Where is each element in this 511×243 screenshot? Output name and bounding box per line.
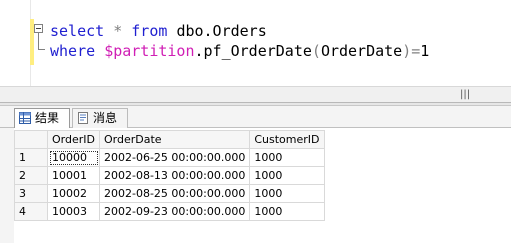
literal-value: 1 — [420, 42, 430, 60]
results-pane: OrderID OrderDate CustomerID 1 10000 200… — [0, 128, 511, 243]
cell-customerid[interactable]: 1000 — [249, 202, 326, 221]
results-tab-strip: 结果 消息 — [0, 106, 511, 128]
query-editor[interactable]: select * from dbo.Orders where $partitio… — [0, 0, 511, 86]
grid-corner-cell[interactable] — [14, 130, 48, 149]
tab-results-label: 结果 — [35, 111, 60, 125]
grid-icon — [19, 112, 31, 124]
table-row[interactable]: 4 10003 2002-09-23 00:00:00.000 1000 — [14, 202, 326, 221]
column-header-orderid[interactable]: OrderID — [47, 130, 100, 149]
partition-function-name: .pf_OrderDate — [194, 42, 312, 60]
table-row[interactable]: 1 10000 2002-06-25 00:00:00.000 1000 — [14, 148, 326, 167]
keyword-select: select — [50, 22, 105, 40]
row-number[interactable]: 2 — [14, 166, 48, 185]
grid-header-row: OrderID OrderDate CustomerID — [14, 130, 326, 149]
tab-messages-label: 消息 — [93, 111, 118, 125]
function-partition: $partition — [104, 42, 195, 60]
keyword-where: where — [50, 42, 96, 60]
row-number[interactable]: 4 — [14, 202, 48, 221]
cell-customerid[interactable]: 1000 — [249, 148, 326, 167]
results-grid[interactable]: OrderID OrderDate CustomerID 1 10000 200… — [14, 130, 326, 221]
table-row[interactable]: 2 10001 2002-08-13 00:00:00.000 1000 — [14, 166, 326, 185]
open-paren: ( — [311, 42, 321, 60]
table-row[interactable]: 3 10002 2002-08-25 00:00:00.000 1000 — [14, 184, 326, 203]
tab-messages[interactable]: 消息 — [72, 108, 128, 128]
row-number[interactable]: 1 — [14, 148, 48, 167]
message-icon — [78, 112, 88, 124]
scrollbar-grip-icon[interactable]: ||| — [460, 89, 470, 100]
cell-customerid[interactable]: 1000 — [249, 184, 326, 203]
keyword-from: from — [131, 22, 168, 40]
column-header-orderdate[interactable]: OrderDate — [98, 130, 251, 149]
cell-orderdate[interactable]: 2002-06-25 00:00:00.000 — [98, 148, 251, 167]
code-line-1[interactable]: select * from dbo.Orders — [50, 21, 267, 41]
cell-orderid[interactable]: 10001 — [47, 166, 100, 185]
cell-orderdate[interactable]: 2002-08-13 00:00:00.000 — [98, 166, 251, 185]
cell-orderdate[interactable]: 2002-09-23 00:00:00.000 — [98, 202, 251, 221]
collapse-toggle-icon[interactable] — [34, 24, 43, 33]
outline-bracket — [38, 33, 45, 50]
table-name: dbo.Orders — [176, 22, 267, 40]
tab-results[interactable]: 结果 — [14, 108, 70, 128]
close-paren-equals: )= — [402, 42, 421, 60]
cell-orderdate[interactable]: 2002-08-25 00:00:00.000 — [98, 184, 251, 203]
results-left-margin — [0, 128, 14, 243]
cell-orderid[interactable]: 10002 — [47, 184, 100, 203]
cell-customerid[interactable]: 1000 — [249, 166, 326, 185]
operator-star: * — [113, 22, 123, 40]
editor-gutter — [0, 0, 31, 86]
row-number[interactable]: 3 — [14, 184, 48, 203]
cell-orderid[interactable]: 10003 — [47, 202, 100, 221]
editor-horizontal-scrollbar[interactable]: ||| — [0, 86, 511, 103]
column-header-customerid[interactable]: CustomerID — [249, 130, 326, 149]
column-name: OrderDate — [320, 42, 403, 60]
cell-orderid[interactable]: 10000 — [47, 148, 100, 167]
code-line-2[interactable]: where $partition.pf_OrderDate(OrderDate)… — [50, 41, 429, 61]
